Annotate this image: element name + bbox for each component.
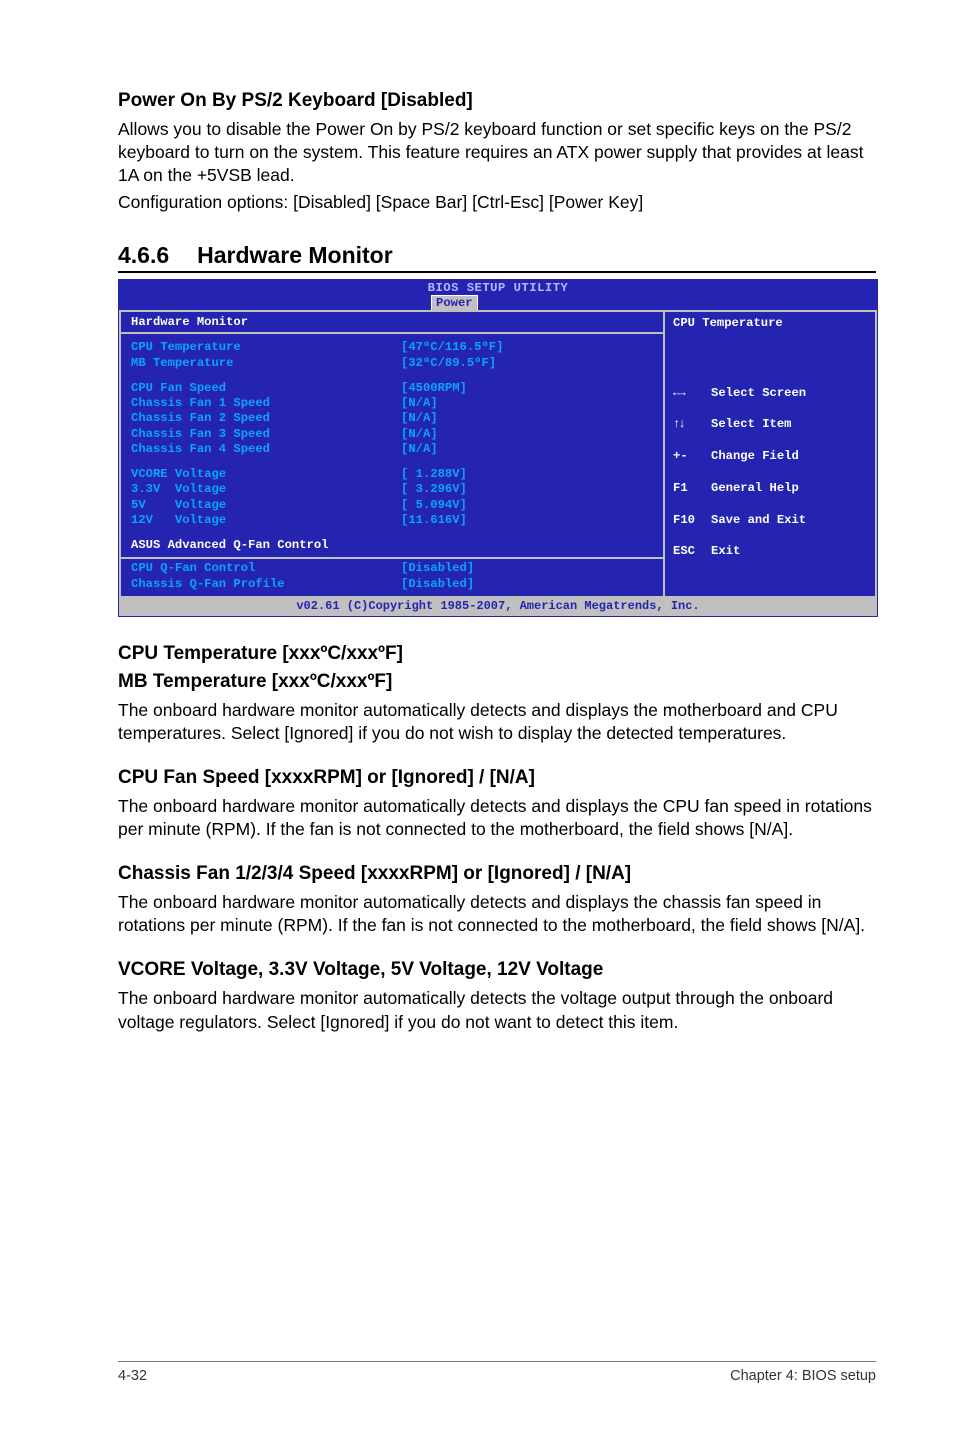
bios-field-value: [47ºC/116.5ºF] <box>401 340 503 355</box>
bios-field-value: [N/A] <box>401 411 438 426</box>
bios-field-label: VCORE Voltage <box>131 467 401 482</box>
bios-field-label: Chassis Fan 4 Speed <box>131 442 401 457</box>
body-text: The onboard hardware monitor automatical… <box>118 987 876 1033</box>
section-heading: Power On By PS/2 Keyboard [Disabled] <box>118 90 876 112</box>
bios-field-value: [4500RPM] <box>401 381 467 396</box>
section-title-row: 4.6.6 Hardware Monitor <box>118 242 876 273</box>
page-footer: 4-32 Chapter 4: BIOS setup <box>118 1361 876 1384</box>
bios-field-label: 5V Voltage <box>131 498 401 513</box>
bios-field-label: ASUS Advanced Q-Fan Control <box>131 538 328 553</box>
chapter-label: Chapter 4: BIOS setup <box>730 1368 876 1384</box>
bios-field-label: Chassis Q-Fan Profile <box>131 577 401 592</box>
bios-help-panel: CPU Temperature ←→Select Screen ↑↓Select… <box>665 312 877 598</box>
bios-tab-power: Power <box>431 295 478 310</box>
bios-field-label: 12V Voltage <box>131 513 401 528</box>
section-heading: VCORE Voltage, 3.3V Voltage, 5V Voltage,… <box>118 959 876 981</box>
section-heading: Chassis Fan 1/2/3/4 Speed [xxxxRPM] or [… <box>118 863 876 885</box>
legend-text: Select Screen <box>711 386 806 400</box>
legend-text: Exit <box>711 544 740 558</box>
legend-key: ←→ <box>673 386 711 402</box>
legend-key: F10 <box>673 513 711 529</box>
legend-key: ↑↓ <box>673 417 711 433</box>
bios-titlebar: BIOS SETUP UTILITY Power <box>119 280 877 310</box>
page-number: 4-32 <box>118 1368 147 1384</box>
bios-field-label: CPU Q-Fan Control <box>131 561 401 576</box>
section-heading: CPU Temperature [xxxºC/xxxºF] <box>118 643 876 665</box>
legend-text: Select Item <box>711 417 791 431</box>
bios-field-label: CPU Temperature <box>131 340 401 355</box>
legend-key: +- <box>673 449 711 465</box>
bios-field-value: [ 3.296V] <box>401 482 467 497</box>
bios-field-label: Chassis Fan 3 Speed <box>131 427 401 442</box>
bios-field-label: MB Temperature <box>131 356 401 371</box>
legend-text: Save and Exit <box>711 513 806 527</box>
bios-field-value: [ 5.094V] <box>401 498 467 513</box>
bios-field-label: Chassis Fan 2 Speed <box>131 411 401 426</box>
bios-field-value: [N/A] <box>401 427 438 442</box>
bios-field-value: [11.616V] <box>401 513 467 528</box>
bios-title: BIOS SETUP UTILITY <box>428 281 569 295</box>
bios-field-value: [Disabled] <box>401 561 474 576</box>
bios-panel-header: Hardware Monitor <box>121 312 663 334</box>
bios-field-value: [32ºC/89.5ºF] <box>401 356 496 371</box>
section-heading: CPU Fan Speed [xxxxRPM] or [Ignored] / [… <box>118 767 876 789</box>
section-number: 4.6.6 <box>118 242 169 269</box>
bios-field-value: [ 1.288V] <box>401 467 467 482</box>
body-text: Configuration options: [Disabled] [Space… <box>118 191 876 214</box>
body-text: The onboard hardware monitor automatical… <box>118 699 876 745</box>
legend-text: General Help <box>711 481 799 495</box>
bios-field-value: [Disabled] <box>401 577 474 592</box>
legend-text: Change Field <box>711 449 799 463</box>
section-heading: MB Temperature [xxxºC/xxxºF] <box>118 671 876 693</box>
bios-field-label: Chassis Fan 1 Speed <box>131 396 401 411</box>
body-text: The onboard hardware monitor automatical… <box>118 891 876 937</box>
bios-screenshot: BIOS SETUP UTILITY Power Hardware Monito… <box>118 279 878 617</box>
bios-left-panel: Hardware Monitor CPU Temperature[47ºC/11… <box>119 312 665 598</box>
body-text: The onboard hardware monitor automatical… <box>118 795 876 841</box>
section-title: Hardware Monitor <box>197 242 393 269</box>
bios-field-label: 3.3V Voltage <box>131 482 401 497</box>
bios-footer: v02.61 (C)Copyright 1985-2007, American … <box>119 598 877 616</box>
bios-legend: ←→Select Screen ↑↓Select Item +-Change F… <box>673 370 867 592</box>
bios-field-label: CPU Fan Speed <box>131 381 401 396</box>
legend-key: F1 <box>673 481 711 497</box>
legend-key: ESC <box>673 544 711 560</box>
bios-field-value: [N/A] <box>401 396 438 411</box>
bios-field-value: [N/A] <box>401 442 438 457</box>
body-text: Allows you to disable the Power On by PS… <box>118 118 876 187</box>
bios-help-title: CPU Temperature <box>673 316 867 330</box>
